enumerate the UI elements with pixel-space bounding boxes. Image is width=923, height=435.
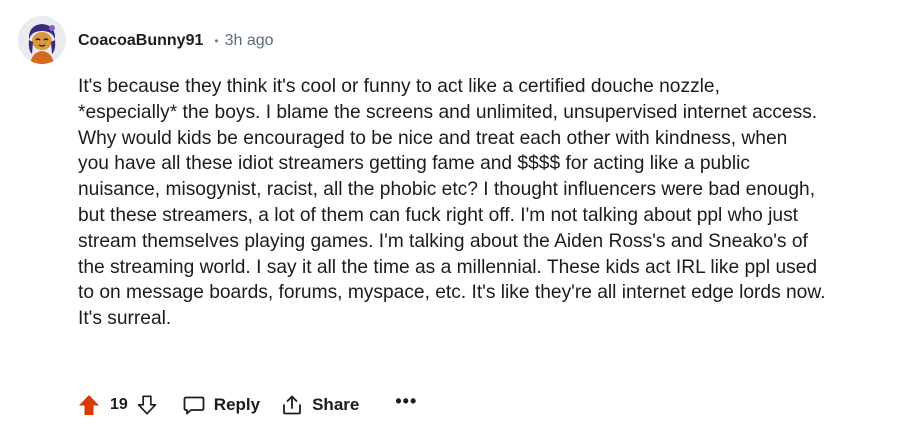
speech-bubble-icon: [183, 396, 205, 415]
snoo-avatar-icon: [18, 16, 66, 64]
comment-actions: 19 Reply Share •••: [74, 389, 417, 421]
downvote-arrow-icon: [137, 395, 157, 415]
vote-control: 19: [74, 390, 162, 420]
author-username[interactable]: CoacoaBunny91: [78, 32, 203, 50]
ellipsis-icon: •••: [395, 391, 418, 411]
upvote-button[interactable]: [74, 390, 104, 420]
timestamp[interactable]: 3h ago: [225, 32, 274, 50]
comment-line: Why would kids be encouraged to be nice …: [78, 127, 788, 149]
comment-line: It's surreal.: [78, 308, 172, 330]
comment-line: but these streamers, a lot of them can f…: [78, 204, 799, 226]
comment-body: It's because they think it's cool or fun…: [78, 74, 908, 332]
comment-line: *especially* the boys. I blame the scree…: [78, 101, 818, 123]
share-arrow-icon: [283, 395, 301, 415]
downvote-button[interactable]: [132, 390, 162, 420]
comment: CoacoaBunny91 • 3h ago It's because they…: [0, 0, 923, 435]
comment-line: to on message boards, forums, myspace, e…: [78, 282, 826, 304]
share-label: Share: [312, 395, 360, 414]
comment-line: It's because they think it's cool or fun…: [78, 76, 720, 97]
comment-line: stream themselves playing games. I'm tal…: [78, 230, 808, 252]
share-button[interactable]: Share: [280, 393, 359, 417]
upvote-arrow-icon: [79, 395, 99, 415]
comment-line: the streaming world. I say it all the ti…: [78, 256, 818, 278]
more-options-button[interactable]: •••: [395, 392, 417, 410]
meta-separator: •: [214, 34, 219, 48]
comment-meta: CoacoaBunny91 • 3h ago: [78, 30, 274, 52]
comment-line: nuisance, misogynist, racist, all the ph…: [78, 179, 816, 201]
reply-button[interactable]: Reply: [182, 393, 260, 417]
reply-label: Reply: [213, 395, 261, 414]
comment-line: you have all these idiot streamers getti…: [78, 153, 750, 175]
vote-score: 19: [110, 396, 128, 413]
avatar[interactable]: [18, 16, 66, 64]
